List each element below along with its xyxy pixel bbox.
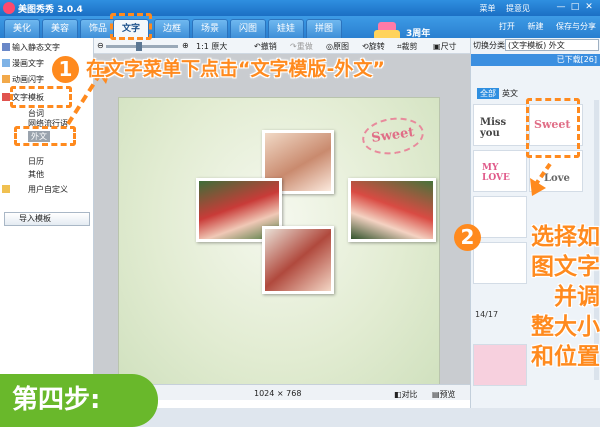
minimize-icon[interactable]: — bbox=[554, 2, 568, 12]
category-label: 切换分类 bbox=[473, 41, 505, 50]
menu-flash-text[interactable]: 动画闪字 bbox=[12, 74, 44, 85]
zoom-slider-knob[interactable] bbox=[136, 42, 142, 51]
category-select[interactable]: (文字模板) 外文 bbox=[505, 39, 599, 51]
title-links: 菜单 提意见 bbox=[471, 3, 530, 14]
photo-bottom[interactable] bbox=[262, 226, 334, 294]
photo-right[interactable] bbox=[348, 178, 436, 242]
image-size: 1024 × 768 bbox=[254, 389, 302, 398]
tab-makeup[interactable]: 美容 bbox=[42, 19, 78, 38]
highlight-sticker bbox=[526, 98, 580, 158]
photo-bottom-image bbox=[265, 229, 331, 291]
app-title: 美图秀秀 3.0.4 bbox=[18, 5, 83, 15]
text-template-icon bbox=[2, 93, 10, 101]
step2-line-2: 图文字 bbox=[531, 254, 600, 280]
main-tab-bar: 美化 美容 饰品 文字 边框 场景 闪图 娃娃 拼图 3周年 打开 新建 保存与… bbox=[0, 16, 600, 48]
file-actions: 打开 新建 保存与分享 bbox=[489, 21, 596, 32]
step2-line-3: 并调 bbox=[554, 284, 600, 310]
save-share-button[interactable]: 保存与分享 bbox=[556, 22, 596, 31]
feedback-link[interactable]: 提意见 bbox=[506, 4, 530, 13]
menu-comic-text[interactable]: 漫画文字 bbox=[12, 58, 44, 69]
crop-button[interactable]: ⌗裁剪 bbox=[397, 41, 418, 52]
tab-collage[interactable]: 拼图 bbox=[306, 19, 342, 38]
window-controls: — □ ✕ bbox=[554, 2, 596, 12]
photo-right-image bbox=[351, 181, 433, 239]
step2-line-5: 和位置 bbox=[531, 344, 600, 370]
tab-doll[interactable]: 娃娃 bbox=[268, 19, 304, 38]
sticker-miss-you: Miss you bbox=[480, 117, 507, 139]
redo-label: 重做 bbox=[296, 42, 313, 51]
tab-flash[interactable]: 闪图 bbox=[230, 19, 266, 38]
undo-icon: ↶ bbox=[254, 42, 261, 51]
compare-label: 对比 bbox=[401, 390, 418, 399]
menu-static-text[interactable]: 输入静态文字 bbox=[12, 42, 60, 53]
zoom-in-icon[interactable]: ⊕ bbox=[182, 41, 189, 50]
sticker-thumb-3[interactable]: MY LOVE bbox=[473, 150, 527, 192]
resize-label: 尺寸 bbox=[440, 42, 457, 51]
menu-link[interactable]: 菜单 bbox=[479, 4, 495, 13]
original-button[interactable]: ◎原图 bbox=[326, 41, 349, 52]
app-logo-icon bbox=[3, 2, 15, 14]
open-button[interactable]: 打开 bbox=[499, 22, 515, 31]
compare-icon: ◧ bbox=[394, 390, 402, 399]
folder-icon bbox=[2, 185, 10, 193]
step1-instruction: 在文字菜单下点击“文字模版-外文” bbox=[86, 58, 385, 80]
import-template-button[interactable]: 导入模板 bbox=[4, 212, 90, 226]
crop-label: 裁剪 bbox=[401, 42, 418, 51]
step1-number: 1 bbox=[52, 56, 79, 83]
title-bar: 美图秀秀 3.0.4 菜单 提意见 — □ ✕ bbox=[0, 0, 600, 16]
sub-other[interactable]: 其他 bbox=[28, 169, 44, 180]
edit-toolbar: ⊖ ⊕ 1:1 原大 ↶撤销 ↷重做 ◎原图 ⟲旋转 ⌗裁剪 ▣尺寸 bbox=[94, 38, 470, 54]
step2-number: 2 bbox=[454, 224, 481, 251]
close-icon[interactable]: ✕ bbox=[582, 2, 596, 12]
tab-frame[interactable]: 边框 bbox=[154, 19, 190, 38]
actual-size-button[interactable]: 1:1 原大 bbox=[196, 41, 227, 52]
tab-all[interactable]: 全部 bbox=[477, 88, 499, 99]
app-window: 美图秀秀 3.0.4 菜单 提意见 — □ ✕ 美化 美容 饰品 文字 边框 场景 … bbox=[0, 0, 600, 427]
rotate-icon: ⟲ bbox=[362, 42, 369, 51]
tab-scene[interactable]: 场景 bbox=[192, 19, 228, 38]
resize-button[interactable]: ▣尺寸 bbox=[433, 41, 457, 52]
preview-icon: ▤ bbox=[432, 390, 440, 399]
zoom-out-icon[interactable]: ⊖ bbox=[97, 41, 104, 50]
step2-line-1: 选择如 bbox=[531, 224, 600, 250]
tab-english[interactable]: 英文 bbox=[499, 88, 521, 99]
menu-user-custom[interactable]: 用户自定义 bbox=[28, 184, 68, 195]
original-label: 原图 bbox=[332, 42, 349, 51]
redo-button[interactable]: ↷重做 bbox=[290, 41, 313, 52]
undo-button[interactable]: ↶撤销 bbox=[254, 41, 277, 52]
resize-icon: ▣ bbox=[433, 42, 441, 51]
rotate-button[interactable]: ⟲旋转 bbox=[362, 41, 385, 52]
original-icon: ◎ bbox=[326, 42, 333, 51]
step2-line-4: 整大小 bbox=[531, 314, 600, 340]
tab-beautify[interactable]: 美化 bbox=[4, 19, 40, 38]
undo-label: 撤销 bbox=[260, 42, 277, 51]
preview-button[interactable]: ▤预览 bbox=[432, 389, 456, 400]
step2-instruction: 选择如 图文字 并调 整大小 和位置 bbox=[488, 222, 600, 372]
sub-calendar[interactable]: 日历 bbox=[28, 156, 44, 167]
rotate-label: 旋转 bbox=[368, 42, 385, 51]
maximize-icon[interactable]: □ bbox=[568, 2, 582, 12]
arrow-step2-icon bbox=[530, 162, 552, 196]
sticker-thumb-1[interactable]: Miss you bbox=[473, 104, 527, 146]
compare-button[interactable]: ◧对比 bbox=[394, 389, 418, 400]
static-text-icon bbox=[2, 43, 10, 51]
redo-icon: ↷ bbox=[290, 42, 297, 51]
comic-text-icon bbox=[2, 59, 10, 67]
highlight-text-tab bbox=[110, 13, 152, 40]
downloaded-count: 已下载[26] bbox=[471, 54, 600, 66]
preview-label: 预览 bbox=[439, 390, 456, 399]
zoom-slider[interactable] bbox=[106, 42, 178, 51]
step-label: 第四步: bbox=[0, 374, 158, 427]
flash-text-icon bbox=[2, 75, 10, 83]
new-button[interactable]: 新建 bbox=[527, 22, 543, 31]
